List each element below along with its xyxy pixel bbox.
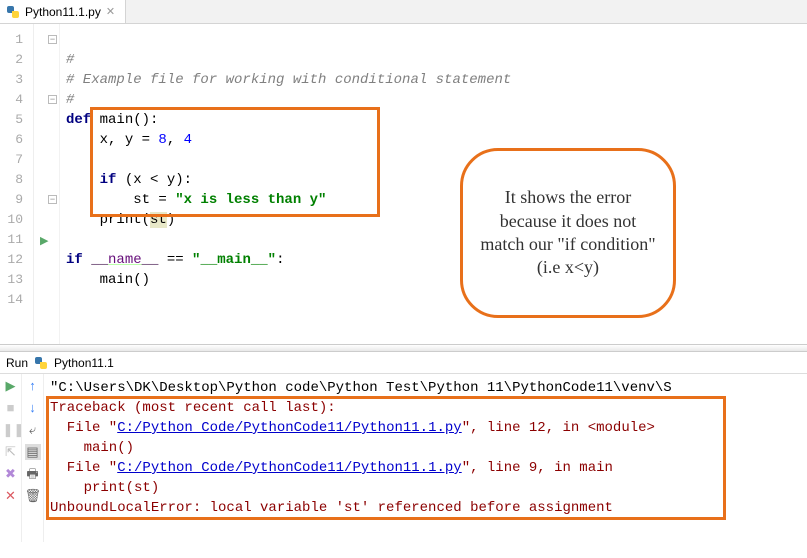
- interpreter-path: "C:\Users\DK\Desktop\Python code\Python …: [50, 380, 672, 396]
- line-number: 14: [0, 290, 23, 310]
- up-arrow-icon[interactable]: ↑: [25, 378, 41, 394]
- line-gutter: 1 2 3 4 5 6 7 8 9 10 11 12 13 14: [0, 24, 34, 344]
- line-number: 13: [0, 270, 23, 290]
- dunder-name: __name__: [91, 252, 158, 268]
- run-panel: ▶ ■ ❚❚ ⇱ ✖ ✕ ↑ ↓ ⤶ ▤ 🖶 🗑 "C:\Users\DK\De…: [0, 374, 807, 542]
- tab-filename: Python11.1.py: [25, 5, 101, 19]
- pause-icon[interactable]: ❚❚: [3, 422, 19, 438]
- comment: #: [66, 92, 74, 108]
- run-line-icon[interactable]: ▶: [40, 234, 48, 247]
- run-toolbar-1: ▶ ■ ❚❚ ⇱ ✖ ✕: [0, 374, 22, 542]
- line-number: 8: [0, 170, 23, 190]
- run-label: Run: [6, 356, 28, 370]
- marker-gutter: − − − ▶: [34, 24, 60, 344]
- fold-icon[interactable]: −: [48, 95, 57, 104]
- console-output[interactable]: "C:\Users\DK\Desktop\Python code\Python …: [44, 374, 807, 542]
- line-number: 2: [0, 50, 23, 70]
- callout-text: It shows the error because it does not m…: [479, 186, 657, 280]
- line-number: 4: [0, 90, 23, 110]
- callout: It shows the error because it does not m…: [460, 148, 676, 318]
- comment: #: [66, 52, 74, 68]
- eq: ==: [158, 252, 192, 268]
- line-number: 7: [0, 150, 23, 170]
- line-number: 1: [0, 30, 23, 50]
- mute-icon[interactable]: ✖: [3, 466, 19, 482]
- annotation-box: [46, 396, 726, 520]
- rerun-icon[interactable]: ▶: [3, 378, 19, 394]
- print-icon[interactable]: 🖶: [25, 466, 41, 482]
- line-number: 9: [0, 190, 23, 210]
- fold-icon[interactable]: −: [48, 195, 57, 204]
- keyword-if: if: [66, 252, 83, 268]
- tab-bar: Python11.1.py ✕: [0, 0, 807, 24]
- run-toolbar-2: ↑ ↓ ⤶ ▤ 🖶 🗑: [22, 374, 44, 542]
- line-number: 12: [0, 250, 23, 270]
- line-number: 6: [0, 130, 23, 150]
- run-header: Run Python11.1: [0, 352, 807, 374]
- colon: :: [276, 252, 284, 268]
- annotation-box: [90, 107, 380, 217]
- call-main: main(): [66, 272, 150, 288]
- close-icon[interactable]: ✕: [3, 488, 19, 504]
- callout-bubble: It shows the error because it does not m…: [460, 148, 676, 318]
- python-file-icon: [34, 356, 48, 370]
- run-config-name: Python11.1: [54, 356, 114, 370]
- stop-icon[interactable]: ■: [3, 400, 19, 416]
- line-number: 11: [0, 230, 23, 250]
- wrap-icon[interactable]: ⤶: [25, 422, 41, 438]
- down-arrow-icon[interactable]: ↓: [25, 400, 41, 416]
- trash-icon[interactable]: 🗑: [25, 488, 41, 504]
- line-number: 10: [0, 210, 23, 230]
- comment: # Example file for working with conditio…: [66, 72, 511, 88]
- editor-tab[interactable]: Python11.1.py ✕: [0, 0, 126, 23]
- splitter[interactable]: [0, 344, 807, 352]
- python-file-icon: [6, 5, 20, 19]
- code-editor[interactable]: # # Example file for working with condit…: [60, 24, 807, 344]
- close-tab-icon[interactable]: ✕: [106, 5, 115, 18]
- keyword-def: def: [66, 112, 91, 128]
- line-number: 3: [0, 70, 23, 90]
- scroll-icon[interactable]: ▤: [25, 444, 41, 460]
- exit-icon[interactable]: ⇱: [3, 444, 19, 460]
- string: "__main__": [192, 252, 276, 268]
- line-number: 5: [0, 110, 23, 130]
- editor-area: 1 2 3 4 5 6 7 8 9 10 11 12 13 14 − − − ▶…: [0, 24, 807, 344]
- fold-icon[interactable]: −: [48, 35, 57, 44]
